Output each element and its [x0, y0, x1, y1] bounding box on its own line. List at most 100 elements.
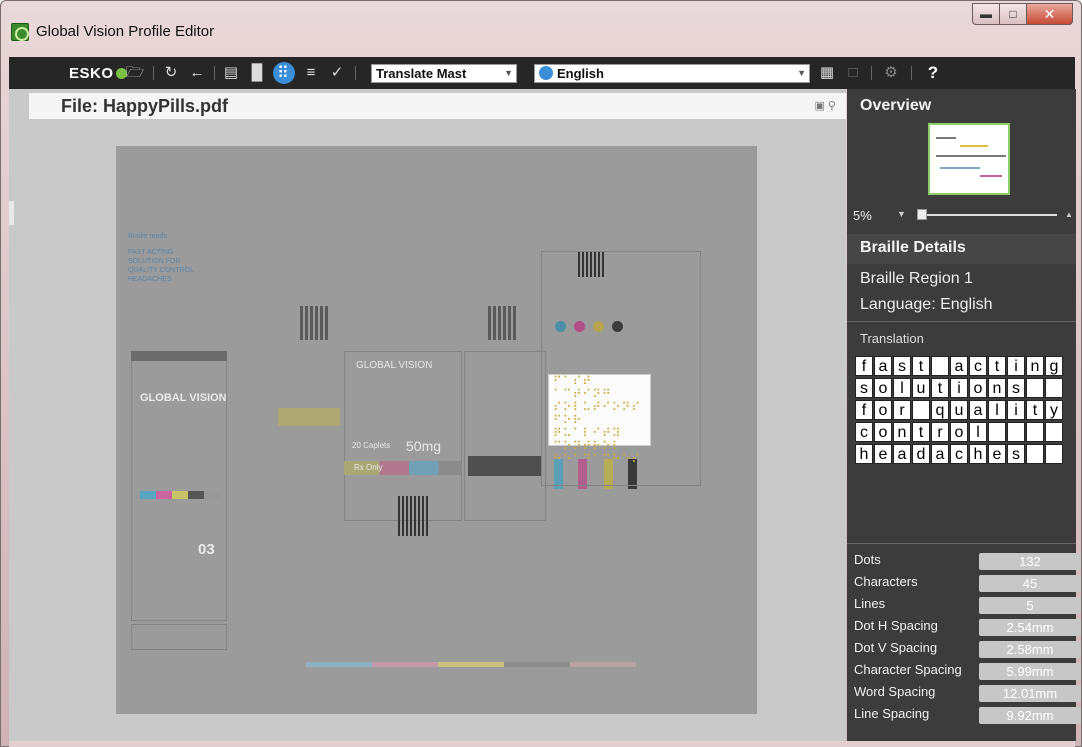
translation-cell[interactable] — [1045, 378, 1063, 398]
stat-row: Character Spacing 5.99mm — [854, 660, 1081, 680]
qr-code — [300, 306, 330, 340]
translation-cell[interactable]: l — [969, 422, 987, 442]
translation-cell[interactable]: n — [1026, 356, 1044, 376]
profile-select[interactable]: Translate Mast ▼ — [371, 64, 517, 83]
export-icon[interactable]: □ — [843, 63, 863, 83]
translation-cell[interactable]: o — [874, 378, 892, 398]
translation-cell[interactable] — [1045, 422, 1063, 442]
stat-row: Word Spacing 12.01mm — [854, 682, 1081, 702]
translation-cell[interactable]: o — [874, 400, 892, 420]
caplets-text: 20 Caplets — [352, 441, 391, 450]
translation-cell[interactable] — [1026, 378, 1044, 398]
open-folder-icon[interactable]: 🗁 — [125, 63, 145, 83]
translation-cell[interactable]: a — [931, 444, 949, 464]
app-icon — [11, 23, 29, 41]
translation-cell[interactable]: i — [1007, 356, 1025, 376]
translation-cell[interactable]: r — [931, 422, 949, 442]
translation-grid: fast actingsolutions for qualitycontrol … — [855, 356, 1064, 466]
document-pane[interactable]: File: HappyPills.pdf ▣ ⚲ Braille reads: … — [9, 89, 846, 741]
translation-cell[interactable]: a — [950, 356, 968, 376]
translation-cell[interactable]: d — [912, 444, 930, 464]
translation-cell[interactable]: f — [855, 400, 873, 420]
refresh-icon[interactable]: ↻ — [161, 63, 181, 83]
translation-cell[interactable] — [912, 400, 930, 420]
translation-cell[interactable]: c — [855, 422, 873, 442]
stat-row: Line Spacing 9.92mm — [854, 704, 1081, 724]
translation-cell[interactable] — [1026, 444, 1044, 464]
translation-cell[interactable]: y — [1045, 400, 1063, 420]
translation-cell[interactable]: h — [855, 444, 873, 464]
zoom-slider-track[interactable] — [917, 214, 1057, 216]
translation-cell[interactable]: r — [893, 400, 911, 420]
translation-cell[interactable]: q — [931, 400, 949, 420]
globe-icon — [539, 66, 553, 80]
translation-cell[interactable]: g — [1045, 356, 1063, 376]
translation-cell[interactable]: h — [969, 444, 987, 464]
stat-label: Dots — [854, 552, 881, 567]
translation-cell[interactable]: s — [855, 378, 873, 398]
translation-cell[interactable] — [1026, 422, 1044, 442]
translation-cell[interactable]: o — [874, 422, 892, 442]
translation-cell[interactable]: l — [988, 400, 1006, 420]
translation-cell[interactable]: n — [893, 422, 911, 442]
translation-cell[interactable]: a — [893, 444, 911, 464]
table-icon[interactable]: ▦ — [817, 63, 837, 83]
translation-cell[interactable] — [988, 422, 1006, 442]
translation-cell[interactable]: s — [1007, 378, 1025, 398]
translation-cell[interactable]: e — [874, 444, 892, 464]
translation-cell[interactable]: i — [950, 378, 968, 398]
translation-cell[interactable] — [931, 356, 949, 376]
print-icon[interactable]: ▤ — [221, 63, 241, 83]
translation-cell[interactable]: f — [855, 356, 873, 376]
braille-icon[interactable] — [273, 62, 295, 84]
barcode-icon[interactable]: █ — [247, 63, 267, 83]
close-button[interactable]: ✕ — [1027, 3, 1073, 25]
spellcheck-icon[interactable]: ✓ — [327, 63, 347, 83]
translation-cell[interactable]: l — [893, 378, 911, 398]
title-bar: Global Vision Profile Editor ▬ □ ✕ — [1, 1, 1081, 57]
zoom-slider-handle[interactable] — [917, 209, 927, 220]
translation-cell[interactable]: t — [1026, 400, 1044, 420]
overview-thumbnail[interactable] — [928, 123, 1010, 195]
translation-cell[interactable]: t — [912, 356, 930, 376]
stat-row: Characters 45 — [854, 572, 1081, 592]
translation-section: Translation fast actingsolutions for qua… — [847, 321, 1076, 543]
qr-code — [488, 306, 518, 340]
translation-cell[interactable] — [1045, 444, 1063, 464]
translation-cell[interactable]: u — [950, 400, 968, 420]
vertical-scrollbar[interactable] — [9, 201, 14, 225]
braille-region-highlight[interactable]: ⠋⠁⠎⠞ ⠁⠉⠞⠊⠝⠛ ⠎⠕⠇⠥⠞⠊⠕⠝⠎ ⠋⠕⠗ ⠟⠥⠁⠇⠊⠞⠽ ⠉⠕⠝⠞⠗⠕… — [548, 374, 651, 466]
translation-cell[interactable] — [1007, 422, 1025, 442]
translation-cell[interactable]: c — [969, 356, 987, 376]
translation-cell[interactable]: o — [969, 378, 987, 398]
back-arrow-icon[interactable]: ← — [187, 63, 207, 83]
translation-cell[interactable]: o — [950, 422, 968, 442]
translation-cell[interactable]: a — [969, 400, 987, 420]
translation-cell[interactable]: i — [1007, 400, 1025, 420]
stat-label: Line Spacing — [854, 706, 930, 721]
zoom-up-icon[interactable]: ▲ — [1065, 210, 1073, 219]
text-align-icon[interactable]: ≡ — [301, 63, 321, 83]
zoom-dropdown-icon[interactable]: ▼ — [897, 209, 906, 219]
help-icon[interactable]: ? — [923, 63, 943, 83]
zoom-icons[interactable]: ▣ ⚲ — [814, 99, 836, 112]
gear-icon[interactable]: ⚙ — [881, 63, 901, 83]
translation-row: solutions — [855, 378, 1064, 399]
translation-cell[interactable]: e — [988, 444, 1006, 464]
translation-cell[interactable]: u — [912, 378, 930, 398]
translation-cell[interactable]: t — [988, 356, 1006, 376]
translation-cell[interactable]: s — [893, 356, 911, 376]
translation-cell[interactable]: s — [1007, 444, 1025, 464]
translation-cell[interactable]: t — [931, 378, 949, 398]
stat-label: Characters — [854, 574, 918, 589]
translation-cell[interactable]: c — [950, 444, 968, 464]
artwork-canvas[interactable]: Braille reads: FAST ACTING SOLUTION FOR … — [116, 146, 757, 714]
translation-cell[interactable]: a — [874, 356, 892, 376]
translation-cell[interactable]: n — [988, 378, 1006, 398]
language-select[interactable]: English ▼ — [534, 64, 810, 83]
maximize-button[interactable]: □ — [1000, 3, 1027, 25]
minimize-button[interactable]: ▬ — [972, 3, 1000, 25]
stat-label: Lines — [854, 596, 886, 611]
translation-cell[interactable]: t — [912, 422, 930, 442]
stat-value: 2.54mm — [979, 619, 1081, 636]
